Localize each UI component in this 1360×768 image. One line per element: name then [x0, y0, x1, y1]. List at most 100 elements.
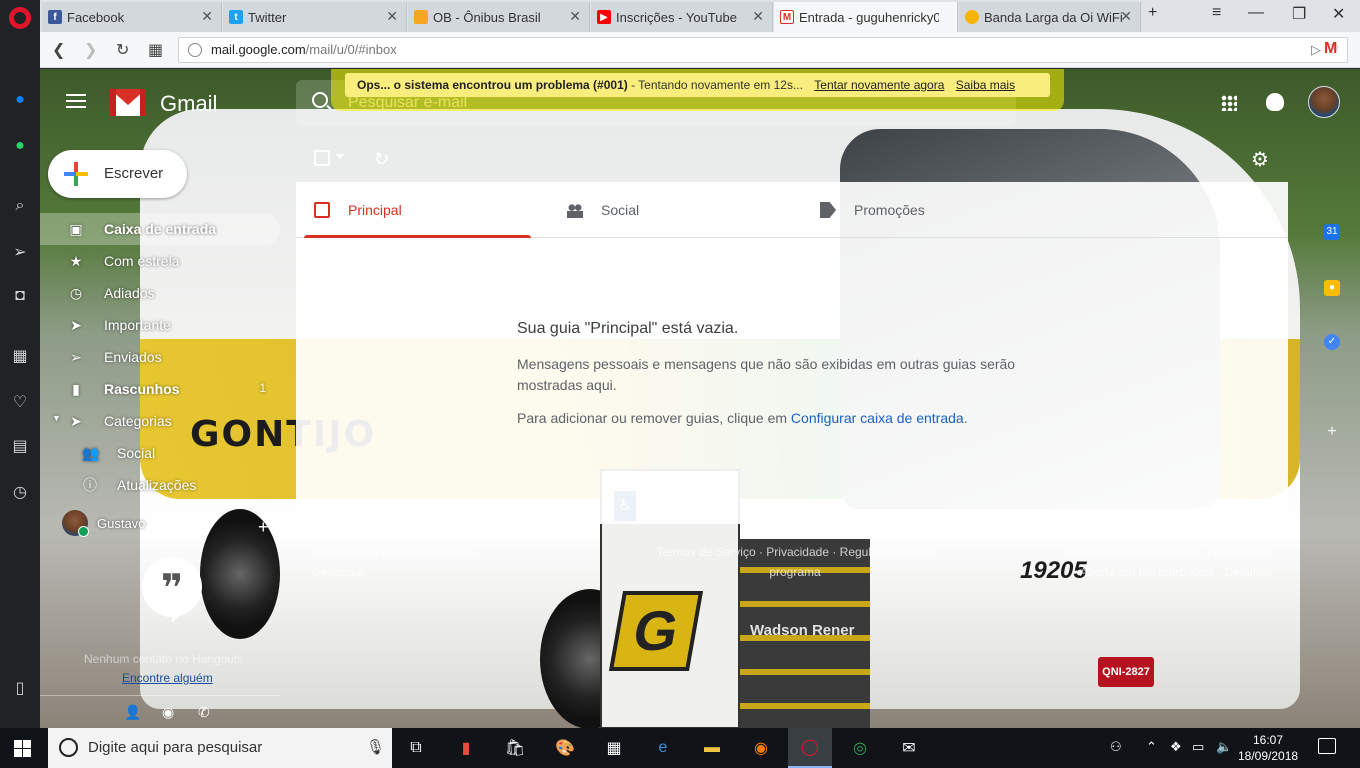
select-all-checkbox[interactable] — [314, 150, 330, 166]
taskbar-clock[interactable]: 16:07 18/09/2018 — [1238, 732, 1298, 764]
new-tab-icon[interactable]: + — [1148, 4, 1157, 22]
nav-important[interactable]: ➤ Importante — [40, 309, 280, 341]
tab-onibus-brasil[interactable]: OB - Ônibus Brasil ✕ — [408, 2, 590, 32]
tab-twitter[interactable]: t Twitter ✕ — [223, 2, 407, 32]
activity-details-link[interactable]: Aberta em um outro local · Detalhes — [1040, 562, 1272, 582]
microphone-icon[interactable]: 🎙 — [366, 738, 385, 756]
file-explorer-icon[interactable]: ▬ — [700, 736, 724, 760]
calendar-icon[interactable]: 31 — [1324, 224, 1340, 240]
nav-sent[interactable]: ➢ Enviados — [40, 341, 280, 373]
sidebar-toggle-icon[interactable]: ▯ — [8, 676, 32, 700]
heart-icon[interactable]: ♡ — [8, 390, 32, 414]
opera-menu-icon[interactable] — [8, 6, 32, 30]
retry-now-link[interactable]: Tentar novamente agora — [814, 78, 944, 92]
nav-drafts[interactable]: ▮ Rascunhos 1 — [40, 373, 280, 405]
paint-icon[interactable]: 🎨 — [553, 736, 577, 760]
tab-facebook[interactable]: f Facebook ✕ — [42, 2, 222, 32]
action-center-icon[interactable] — [1318, 738, 1336, 754]
speed-dial-icon[interactable]: ▦ — [8, 344, 32, 368]
url-input[interactable]: mail.google.com/mail/u/0/#inbox ▷ ♡ — [178, 37, 1348, 63]
search-icon[interactable] — [312, 92, 328, 108]
nav-starred[interactable]: ★ Com estrela — [40, 245, 280, 277]
edge-icon[interactable]: e — [651, 736, 675, 760]
nav-inbox[interactable]: ▣ Caixa de entrada — [40, 213, 280, 245]
people-tray-icon[interactable]: ⚇ — [1110, 739, 1122, 755]
flow-send-icon[interactable]: ➢ — [8, 240, 32, 264]
messenger-icon[interactable]: ● — [8, 88, 32, 112]
add-on-plus-icon[interactable]: + — [1324, 424, 1340, 440]
tab-promotions[interactable]: Promoções — [802, 182, 1037, 238]
close-window-icon[interactable]: ✕ — [1332, 4, 1345, 24]
tab-gmail[interactable]: M Entrada - guguhenricky0 — [774, 2, 958, 32]
chevron-down-icon[interactable]: ▼ — [52, 413, 61, 423]
reload-icon[interactable]: ↻ — [116, 40, 129, 60]
gmail-logo-icon[interactable] — [110, 89, 146, 116]
nav-social[interactable]: 👥 Social — [40, 437, 280, 469]
youtube-icon: ▶ — [597, 10, 611, 24]
search-icon[interactable]: ⌕ — [8, 194, 32, 218]
windows-start-icon[interactable] — [14, 740, 31, 757]
restore-icon[interactable]: ❐ — [1292, 4, 1306, 24]
minimize-icon[interactable]: — — [1248, 4, 1264, 22]
phone-icon[interactable]: ✆ — [198, 704, 210, 721]
tab-menu-icon[interactable]: ≡ — [1212, 4, 1221, 22]
find-someone-link[interactable]: Encontre alguém — [122, 671, 213, 685]
send-icon[interactable]: ▷ — [1311, 38, 1321, 62]
mail-icon[interactable]: ✉ — [897, 736, 921, 760]
nav-updates[interactable]: ⓘ Atualizações — [40, 469, 280, 501]
refresh-icon[interactable]: ↻ — [374, 149, 389, 170]
error-banner: Ops... o sistema encontrou um problema (… — [345, 73, 1050, 97]
calculator-icon[interactable]: ▦ — [602, 736, 626, 760]
apps-grid-icon[interactable] — [1221, 95, 1237, 111]
windows-taskbar: Digite aqui para pesquisar 🎙 ⧉ ▮ 🛍 🎨 ▦ e… — [0, 728, 1360, 768]
close-icon[interactable]: ✕ — [1120, 8, 1132, 25]
task-view-icon[interactable]: ⧉ — [404, 736, 428, 760]
tasks-icon[interactable]: ✓ — [1324, 334, 1340, 350]
gear-icon[interactable]: ⚙ — [1251, 147, 1269, 172]
tab-bar: f Facebook ✕ t Twitter ✕ OB - Ônibus Bra… — [40, 0, 1360, 32]
hangouts-avatar — [62, 510, 89, 537]
close-icon[interactable]: ✕ — [386, 8, 398, 25]
close-icon[interactable]: ✕ — [569, 8, 581, 25]
new-conversation-icon[interactable]: + — [258, 517, 269, 538]
gmail-extension-icon[interactable]: M — [1324, 40, 1337, 58]
speed-dial-icon[interactable]: ▦ — [148, 40, 163, 60]
taskbar-search-input[interactable]: Digite aqui para pesquisar 🎙 — [48, 728, 392, 768]
whatsapp-icon[interactable]: ● — [8, 134, 32, 158]
tray-expand-icon[interactable]: ⌃ — [1146, 739, 1157, 755]
tab-social[interactable]: Social — [549, 182, 784, 238]
tab-oi-wifi[interactable]: Banda Larga da Oi WiFi ✕ — [959, 2, 1141, 32]
history-icon[interactable]: ◷ — [8, 480, 32, 504]
chevron-down-icon[interactable] — [336, 154, 344, 159]
forward-icon[interactable]: ❯ — [84, 40, 97, 60]
notifications-icon[interactable] — [1266, 93, 1284, 111]
storage-usage: 0,3 GB (2%) de 15 GB usados Gerenciar — [312, 542, 474, 582]
deezer-icon[interactable]: ▮ — [454, 736, 478, 760]
compose-button[interactable]: Escrever — [48, 150, 187, 198]
keep-icon[interactable]: ● — [1324, 280, 1340, 296]
configure-inbox-link[interactable]: Configurar caixa de entrada — [791, 410, 964, 426]
dropbox-icon[interactable]: ❖ — [1170, 739, 1182, 755]
nav-categories[interactable]: ▼ ➤ Categorias — [40, 405, 280, 437]
tab-primary[interactable]: Principal — [296, 182, 531, 238]
close-icon[interactable]: ✕ — [752, 8, 764, 25]
firefox-icon[interactable]: ◉ — [749, 736, 773, 760]
volume-icon[interactable]: 🔈 — [1216, 739, 1232, 755]
hangouts-icon[interactable]: ◉ — [162, 704, 174, 721]
back-icon[interactable]: ❮ — [52, 40, 65, 60]
store-icon[interactable]: 🛍 — [503, 736, 527, 760]
nav-snoozed[interactable]: ◷ Adiados — [40, 277, 280, 309]
account-avatar[interactable] — [1308, 86, 1340, 118]
news-icon[interactable]: ▤ — [8, 434, 32, 458]
network-icon[interactable]: ▭ — [1192, 739, 1204, 755]
chrome-icon[interactable]: ◎ — [848, 736, 872, 760]
camera-icon[interactable]: ◘ — [8, 284, 32, 308]
main-menu-icon[interactable] — [66, 94, 86, 108]
learn-more-link[interactable]: Saiba mais — [956, 78, 1015, 92]
tab-youtube[interactable]: ▶ Inscrições - YouTube ✕ — [591, 2, 773, 32]
close-icon[interactable]: ✕ — [201, 8, 213, 25]
opera-taskbar-icon[interactable]: ◯ — [788, 728, 832, 768]
person-icon[interactable]: 👤 — [124, 704, 141, 721]
footer-terms-links[interactable]: Termos de Serviço · Privacidade · Regula… — [640, 542, 950, 582]
manage-storage-link[interactable]: Gerenciar — [312, 562, 474, 582]
